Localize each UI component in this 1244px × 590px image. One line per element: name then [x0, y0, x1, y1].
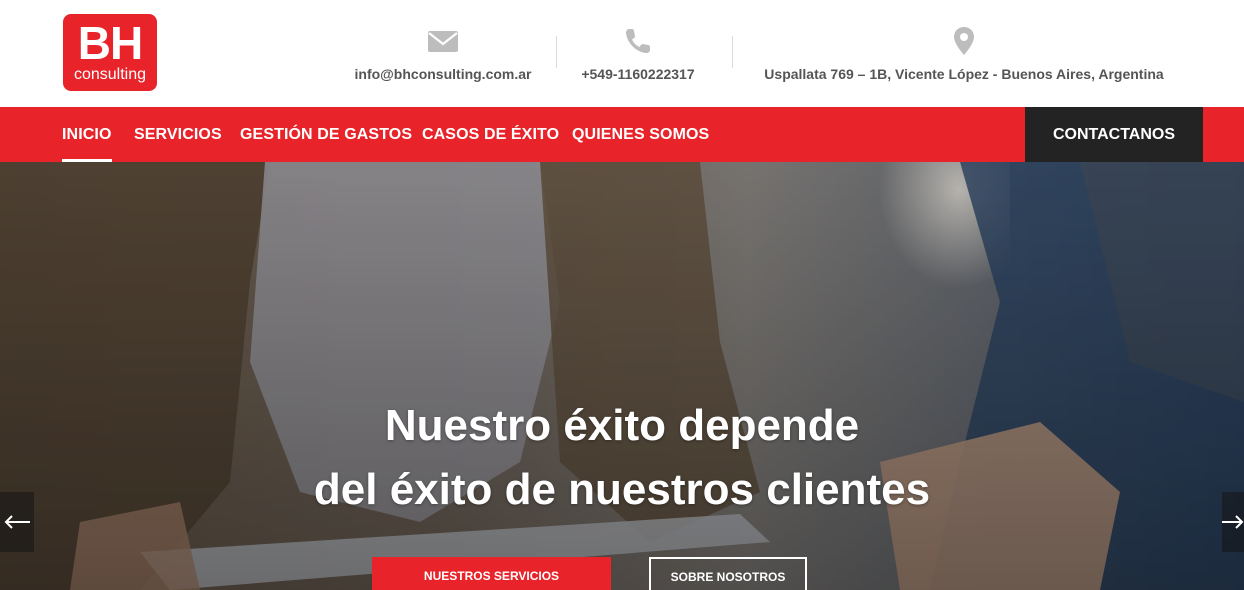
nav-item-inicio[interactable]: INICIO — [62, 107, 112, 162]
hero-heading-line-2: del éxito de nuestros clientes — [313, 465, 931, 514]
contact-phone[interactable]: +549-1160222317 — [572, 26, 704, 82]
envelope-icon — [428, 31, 458, 52]
arrow-right-icon — [1222, 515, 1244, 529]
email-text: info@bhconsulting.com.ar — [354, 66, 532, 82]
about-us-button[interactable]: SOBRE NOSOTROS — [649, 557, 807, 590]
our-services-button[interactable]: NUESTROS SERVICIOS — [372, 557, 611, 590]
contact-address[interactable]: Uspallata 769 – 1B, Vicente López - Buen… — [752, 26, 1176, 82]
slider-next-button[interactable] — [1222, 492, 1244, 552]
top-header: BH consulting info@bhconsulting.com.ar +… — [0, 0, 1244, 107]
phone-icon — [626, 29, 650, 53]
phone-text: +549-1160222317 — [581, 66, 695, 82]
arrow-left-icon — [4, 515, 30, 529]
brand-logo[interactable]: BH consulting — [63, 14, 157, 91]
address-text: Uspallata 769 – 1B, Vicente López - Buen… — [764, 66, 1164, 82]
hero-heading-line-1: Nuestro éxito depende — [384, 401, 860, 450]
contact-us-button[interactable]: CONTACTANOS — [1025, 107, 1203, 162]
header-divider — [556, 36, 557, 68]
header-divider — [732, 36, 733, 68]
nav-item-gestion-de-gastos[interactable]: GESTIÓN DE GASTOS — [240, 107, 412, 162]
contact-email[interactable]: info@bhconsulting.com.ar — [350, 26, 536, 82]
hero-heading: Nuestro éxito depende del éxito de nuest… — [0, 394, 1244, 522]
hero-background-image — [0, 162, 1244, 590]
main-nav: INICIO SERVICIOS GESTIÓN DE GASTOS CASOS… — [0, 107, 1244, 162]
nav-item-quienes-somos[interactable]: QUIENES SOMOS — [572, 107, 709, 162]
nav-item-servicios[interactable]: SERVICIOS — [134, 107, 222, 162]
nav-item-casos-de-exito[interactable]: CASOS DE ÉXITO — [422, 107, 559, 162]
map-pin-icon — [954, 27, 974, 55]
slider-prev-button[interactable] — [0, 492, 34, 552]
logo-sub-text: consulting — [73, 66, 147, 83]
logo-main-text: BH — [77, 17, 143, 69]
hero-slider: Nuestro éxito depende del éxito de nuest… — [0, 162, 1244, 590]
